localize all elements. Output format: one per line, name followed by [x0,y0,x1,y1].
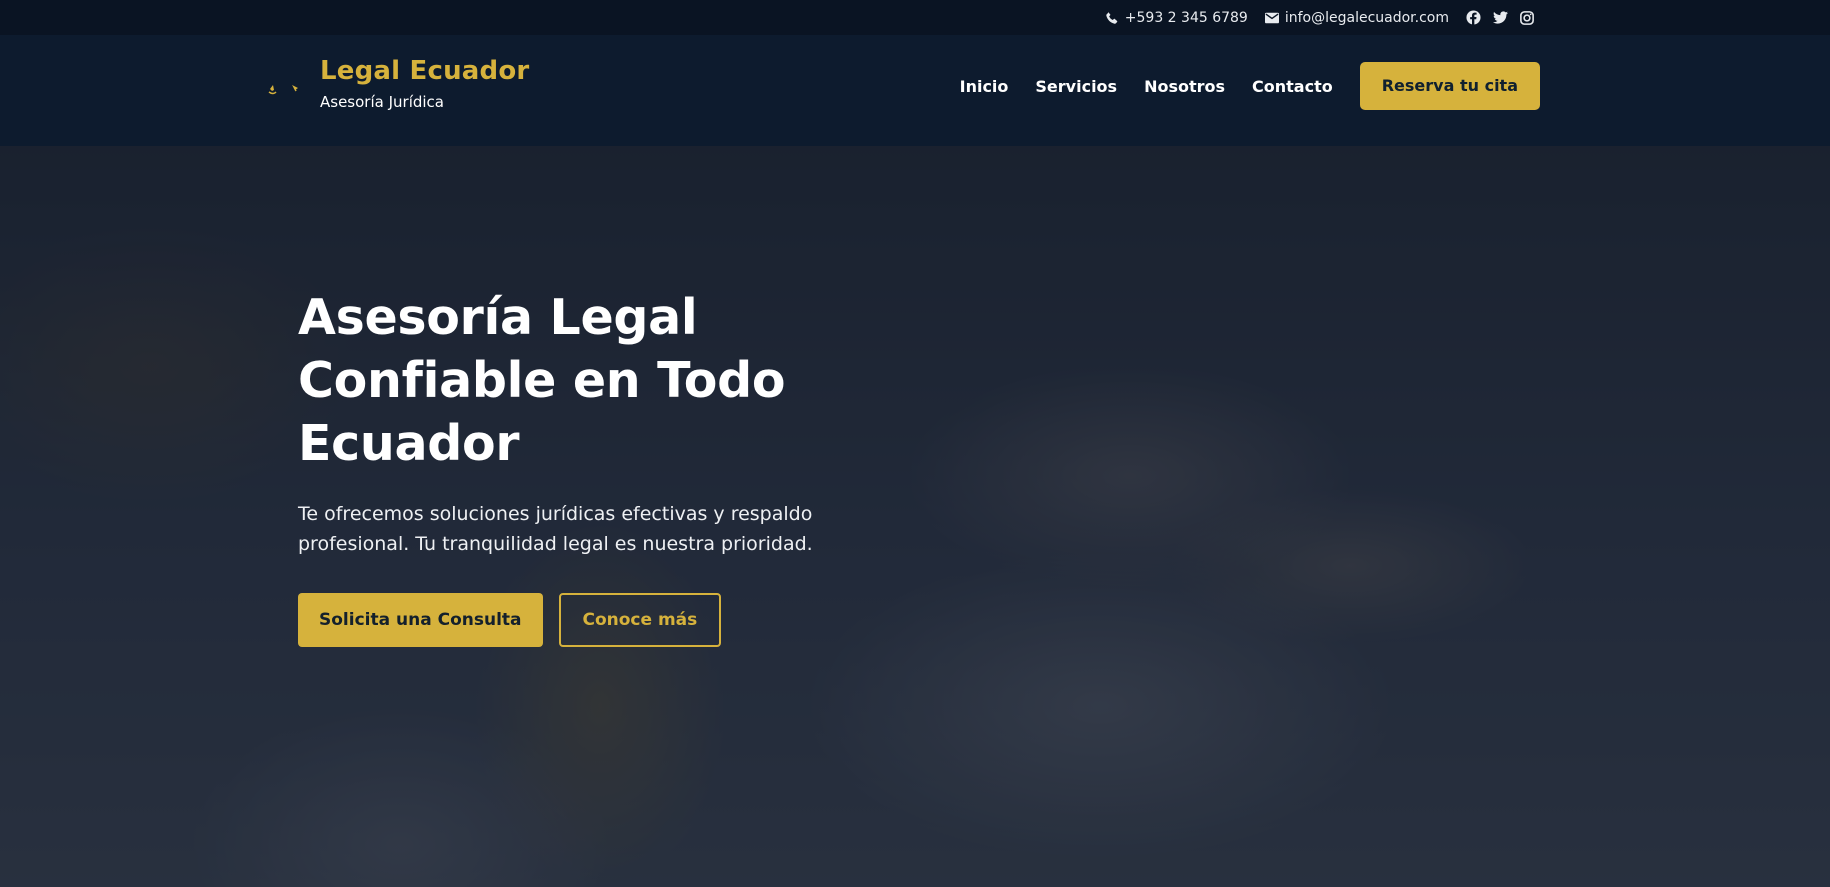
nav-item-nosotros[interactable]: Nosotros [1144,77,1225,96]
hero-buttons: Solicita una Consulta Conoce más [298,593,858,647]
learn-more-button[interactable]: Conoce más [558,593,722,647]
scales-logo-icon [264,79,304,119]
brand-name: Legal Ecuador [320,56,530,86]
contact-info: +593 2 345 6789 info@legalecuador.com [1105,0,1534,35]
hero-title: Asesoría Legal Confiable en Todo Ecuador [298,289,786,472]
brand-text: Legal Ecuador Asesoría Jurídica [320,55,529,111]
envelope-icon [1264,12,1279,24]
hero-background-image [0,146,1830,887]
hero-content: Asesoría Legal Confiable en Todo Ecuador… [298,286,858,647]
instagram-icon[interactable] [1520,10,1534,25]
nav-item-inicio[interactable]: Inicio [960,77,1009,96]
reserve-appointment-button[interactable]: Reserva tu cita [1359,62,1540,110]
email-contact[interactable]: info@legalecuador.com [1264,9,1449,26]
top-contact-bar: +593 2 345 6789 info@legalecuador.com [0,0,1830,35]
nav-item-servicios[interactable]: Servicios [1035,77,1117,96]
main-nav: Inicio Servicios Nosotros Contacto Reser… [960,62,1540,110]
hero-section: Asesoría Legal Confiable en Todo Ecuador… [0,146,1830,887]
brand-tagline: Asesoría Jurídica [320,93,444,111]
email-address: info@legalecuador.com [1284,9,1449,26]
site-header: Legal Ecuador Asesoría Jurídica Inicio S… [0,35,1830,146]
phone-number: +593 2 345 6789 [1124,9,1248,26]
phone-contact[interactable]: +593 2 345 6789 [1105,10,1248,26]
hero-subtitle: Te ofrecemos soluciones jurídicas efecti… [298,503,813,555]
phone-icon [1105,11,1119,25]
social-links [1466,10,1534,25]
request-consultation-button[interactable]: Solicita una Consulta [298,593,543,647]
facebook-icon[interactable] [1466,10,1481,25]
twitter-icon[interactable] [1493,11,1508,24]
nav-item-contacto[interactable]: Contacto [1252,77,1333,96]
brand[interactable]: Legal Ecuador Asesoría Jurídica [264,55,529,119]
